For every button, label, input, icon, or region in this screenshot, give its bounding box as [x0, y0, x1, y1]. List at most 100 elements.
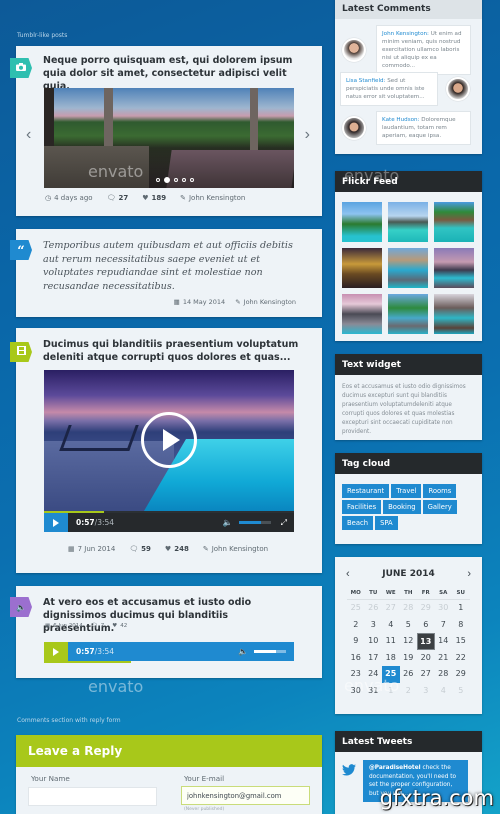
calendar-day[interactable]: 15 [452, 633, 470, 650]
calendar-day[interactable]: 11 [382, 633, 400, 650]
calendar-day[interactable]: 25 [347, 600, 365, 617]
calendar-day[interactable]: 10 [365, 633, 383, 650]
email-input[interactable] [181, 786, 310, 805]
tag[interactable]: Gallery [422, 500, 457, 514]
slider-dot[interactable] [182, 178, 186, 182]
slider-next-arrow[interactable]: › [305, 126, 310, 144]
slider-dot[interactable] [174, 178, 178, 182]
calendar-day[interactable]: 3 [365, 617, 383, 634]
video-duration: 3:54 [97, 518, 115, 527]
calendar-day[interactable]: 12 [400, 633, 418, 650]
calendar-day[interactable]: 29 [417, 600, 435, 617]
slider-dot[interactable] [190, 178, 194, 182]
calendar-day[interactable]: 21 [435, 650, 453, 667]
calendar-day[interactable]: 16 [347, 650, 365, 667]
flickr-photo[interactable] [388, 248, 428, 288]
reply-form: Leave a Reply Your Name Your E-mail (Nev… [16, 735, 322, 814]
slider-prev-arrow[interactable]: ‹ [26, 126, 31, 144]
calendar-day[interactable]: 29 [452, 666, 470, 683]
comment-author[interactable]: Lisa Stanfield: [346, 78, 385, 84]
tag[interactable]: Travel [391, 484, 422, 498]
camera-icon [16, 62, 26, 74]
tag[interactable]: Facilities [342, 500, 382, 514]
calendar-day[interactable]: 2 [400, 683, 418, 700]
flickr-photo[interactable] [342, 202, 382, 242]
volume-icon[interactable]: 🔈 [238, 647, 248, 656]
tag[interactable]: Beach [342, 516, 374, 530]
heart-icon: ♥ [142, 194, 149, 202]
tag-list: Restaurant Travel Rooms Facilities Booki… [335, 474, 470, 540]
calendar-day[interactable]: 2 [347, 617, 365, 634]
calendar-day[interactable]: 5 [400, 617, 418, 634]
calendar-day[interactable]: 9 [347, 633, 365, 650]
calendar-day[interactable]: 14 [435, 633, 453, 650]
tag[interactable]: Booking [383, 500, 421, 514]
calendar-day[interactable]: 30 [435, 600, 453, 617]
post-author[interactable]: John Kensington [212, 545, 268, 553]
comment-count[interactable]: 59 [141, 545, 151, 553]
comment-item[interactable]: Kate Hudson: Doloremque laudantium, tota… [342, 111, 471, 145]
comment-author[interactable]: Kate Hudson: [382, 117, 419, 123]
calendar-weekday: SU [452, 586, 470, 600]
like-count[interactable]: 189 [151, 194, 166, 202]
name-input[interactable] [28, 787, 157, 806]
like-count[interactable]: 248 [174, 545, 189, 553]
flickr-photo[interactable] [388, 202, 428, 242]
video-play-icon[interactable] [141, 412, 197, 468]
calendar-day[interactable]: 7 [435, 617, 453, 634]
calendar-day[interactable]: 28 [435, 666, 453, 683]
calendar-day[interactable]: 6 [417, 617, 435, 634]
slider-dot-active[interactable] [164, 177, 170, 183]
calendar-day[interactable]: 26 [365, 600, 383, 617]
calendar-day[interactable]: 19 [400, 650, 418, 667]
comment-item[interactable]: John Kensington: Ut enim ad minim veniam… [342, 25, 471, 75]
flickr-photo[interactable] [342, 248, 382, 288]
post-author[interactable]: John Kensington [189, 194, 245, 202]
calendar-day[interactable]: 4 [382, 617, 400, 634]
video-frame[interactable] [44, 370, 294, 511]
calendar-day[interactable]: 18 [382, 650, 400, 667]
calendar-day[interactable]: 28 [400, 600, 418, 617]
fullscreen-icon[interactable]: ⤢ [281, 518, 287, 528]
calendar-next-button[interactable]: › [467, 568, 471, 580]
slider-dot[interactable] [156, 178, 160, 182]
avatar [446, 77, 470, 101]
comment-author[interactable]: John Kensington: [382, 31, 429, 37]
like-count[interactable]: 42 [120, 623, 127, 629]
tag[interactable]: Rooms [423, 484, 457, 498]
post-title[interactable]: At vero eos et accusamus et iusto odio d… [43, 596, 302, 635]
post-title[interactable]: Ducimus qui blanditiis praesentium volup… [43, 338, 302, 364]
flickr-photo[interactable] [388, 294, 428, 334]
calendar-day-today[interactable]: 13 [417, 633, 435, 650]
calendar-day[interactable]: 22 [452, 650, 470, 667]
audio-play-button[interactable] [44, 642, 68, 661]
comment-count[interactable]: 27 [118, 194, 128, 202]
calendar-day[interactable]: 17 [365, 650, 383, 667]
calendar-day[interactable]: 27 [417, 666, 435, 683]
calendar-day[interactable]: 5 [452, 683, 470, 700]
post-meta: ▦ 6 Jun 2014 🗨 7 ♥ 42 [45, 623, 127, 629]
tag[interactable]: Restaurant [342, 484, 390, 498]
calendar-day[interactable]: 4 [435, 683, 453, 700]
tweet-handle[interactable]: @ParadiseHotel [369, 765, 421, 771]
calendar-prev-button[interactable]: ‹ [346, 568, 350, 580]
audio-volume-slider[interactable] [254, 650, 286, 653]
video-volume-slider[interactable] [238, 521, 271, 524]
volume-icon[interactable]: 🔈 [223, 518, 233, 527]
flickr-photo[interactable] [434, 294, 474, 334]
comment-item[interactable]: Lisa Stanfield: Sed ut perspiciatis unde… [340, 72, 470, 106]
calendar-day[interactable]: 26 [400, 666, 418, 683]
flickr-photo[interactable] [342, 294, 382, 334]
flickr-photo[interactable] [434, 248, 474, 288]
calendar-day[interactable]: 8 [452, 617, 470, 634]
calendar-day[interactable]: 27 [382, 600, 400, 617]
calendar-day[interactable]: 3 [417, 683, 435, 700]
calendar-day[interactable]: 1 [452, 600, 470, 617]
video-play-button[interactable] [44, 513, 68, 532]
calendar-day[interactable]: 20 [417, 650, 435, 667]
comment-count[interactable]: 7 [101, 623, 105, 629]
widget-latest-comments: Latest Comments John Kensington: Ut enim… [335, 0, 482, 154]
tag[interactable]: SPA [375, 516, 398, 530]
post-author[interactable]: John Kensington [244, 298, 296, 306]
flickr-photo[interactable] [434, 202, 474, 242]
